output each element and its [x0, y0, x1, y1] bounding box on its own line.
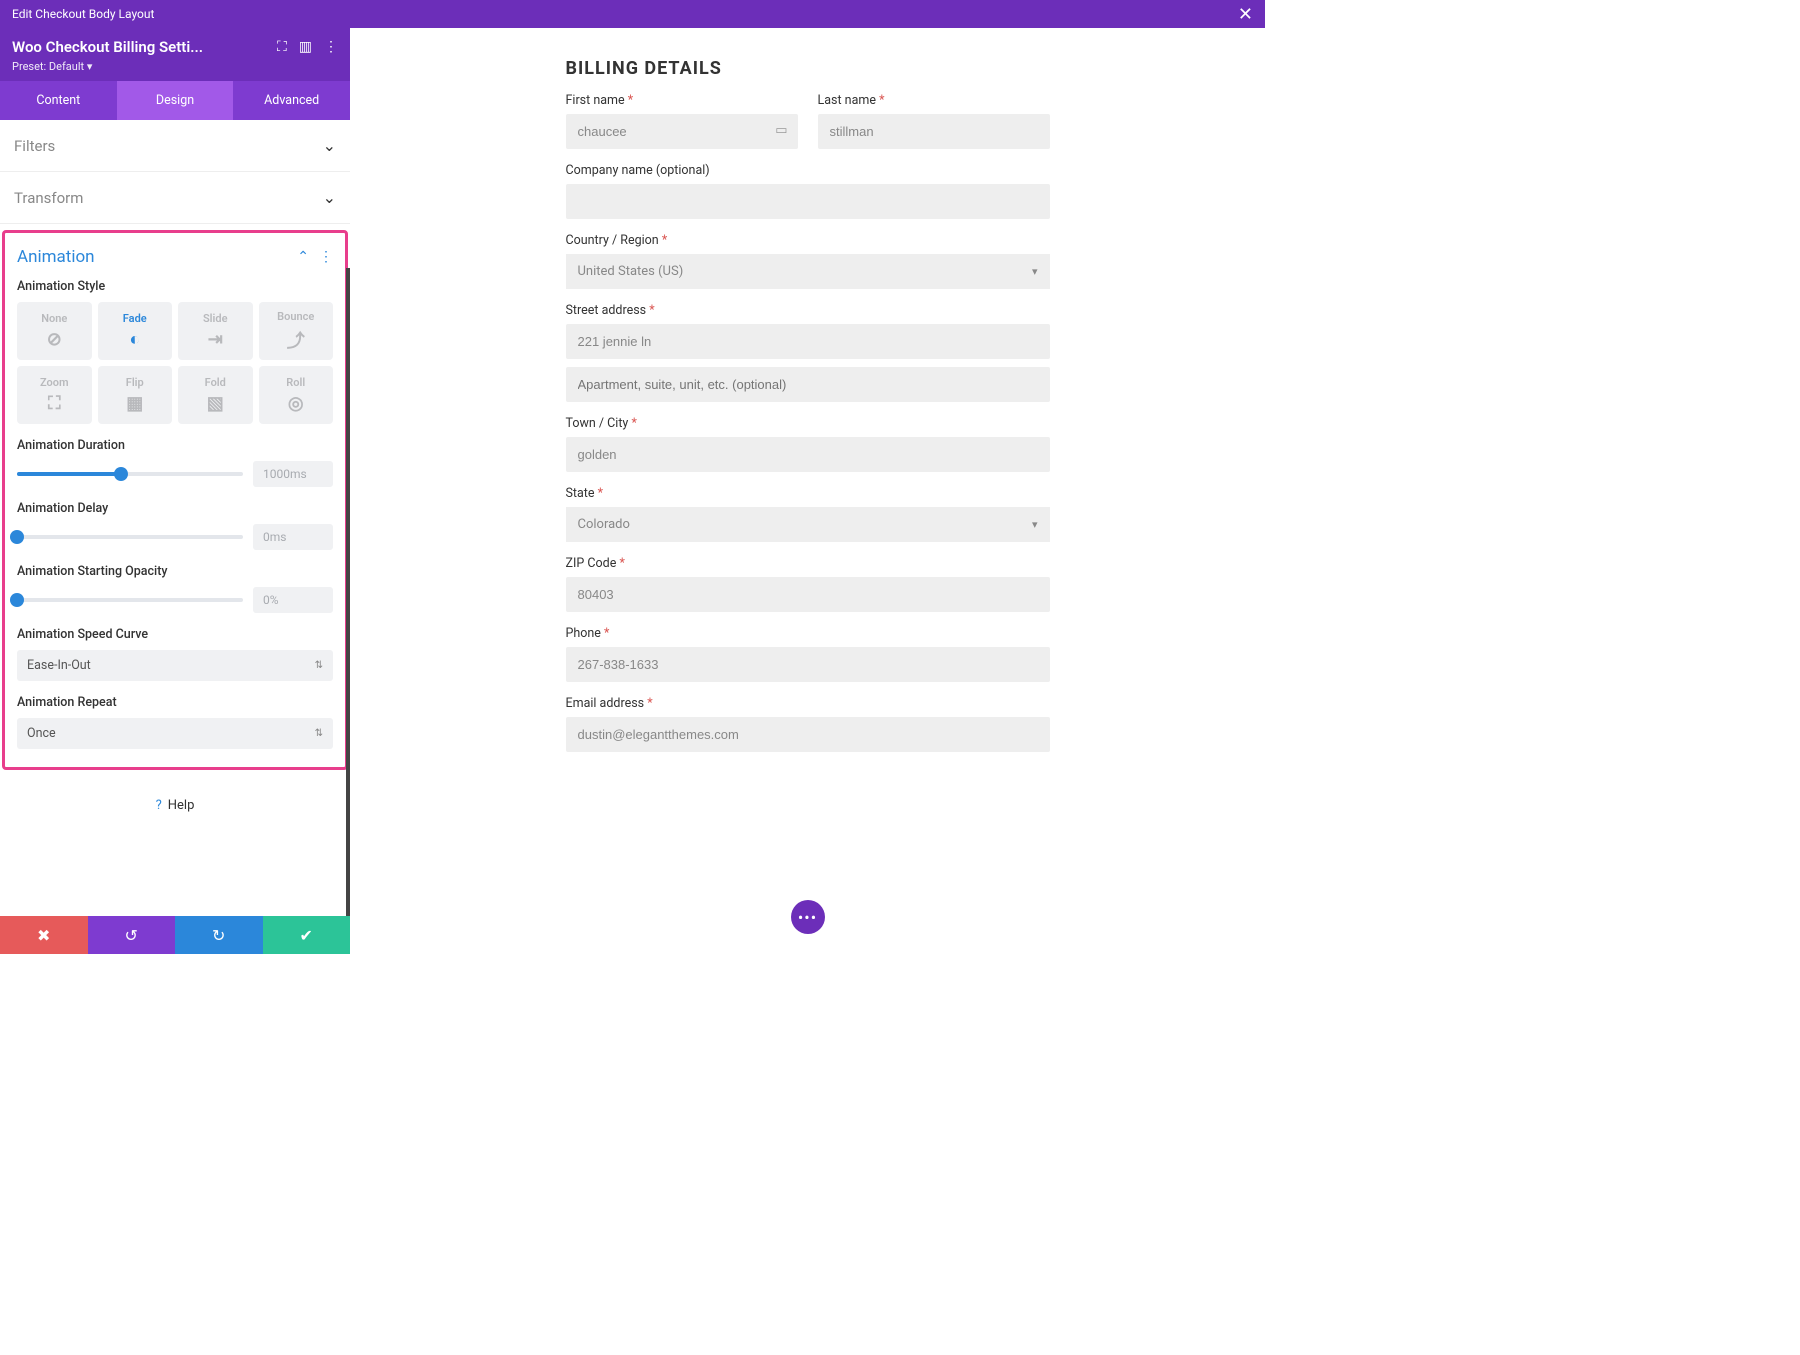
style-option-bounce[interactable]: Bounce⤴ — [259, 302, 334, 360]
phone-field[interactable] — [566, 647, 1050, 682]
topbar-title: Edit Checkout Body Layout — [12, 7, 154, 21]
style-option-fold[interactable]: Fold▧ — [178, 366, 253, 424]
flip-icon: ▦ — [126, 393, 143, 414]
animation-curve-label: Animation Speed Curve — [17, 627, 333, 642]
style-option-zoom[interactable]: Zoom⛶ — [17, 366, 92, 424]
kebab-menu-icon[interactable]: ⋮ — [319, 249, 333, 265]
kebab-menu-icon[interactable]: ⋮ — [324, 39, 338, 55]
tab-advanced[interactable]: Advanced — [233, 81, 350, 120]
style-option-roll[interactable]: Roll◎ — [259, 366, 334, 424]
fade-icon: ◐ — [129, 329, 140, 350]
country-label: Country / Region * — [566, 233, 1050, 248]
topbar: Edit Checkout Body Layout ✕ — [0, 0, 1265, 28]
tabs: Content Design Advanced — [0, 81, 350, 120]
street-label: Street address * — [566, 303, 1050, 318]
opacity-value[interactable]: 0% — [253, 587, 333, 613]
last-name-label: Last name * — [818, 93, 1050, 108]
animation-delay-label: Animation Delay — [17, 501, 333, 516]
preview-canvas: BILLING DETAILS First name * ▭ Last name… — [350, 28, 1265, 954]
settings-sidebar: Woo Checkout Billing Setti... ⛶ ▥ ⋮ Pres… — [0, 28, 350, 954]
zip-label: ZIP Code * — [566, 556, 1050, 571]
company-label: Company name (optional) — [566, 163, 1050, 178]
company-field[interactable] — [566, 184, 1050, 219]
undo-button[interactable]: ↺ — [88, 916, 176, 954]
section-animation-title: Animation — [17, 247, 95, 267]
module-title: Woo Checkout Billing Setti... — [12, 38, 203, 56]
animation-style-label: Animation Style — [17, 279, 333, 294]
street2-field[interactable] — [566, 367, 1050, 402]
none-icon: ⊘ — [47, 329, 62, 350]
tab-content[interactable]: Content — [0, 81, 117, 120]
close-icon[interactable]: ✕ — [1238, 4, 1253, 25]
section-transform-label: Transform — [14, 189, 83, 207]
zoom-icon: ⛶ — [48, 393, 61, 414]
chevron-up-icon[interactable]: ⌃ — [297, 249, 309, 265]
expand-icon[interactable]: ⛶ — [277, 39, 287, 55]
billing-heading: BILLING DETAILS — [566, 58, 1050, 79]
chevron-down-icon — [323, 188, 336, 207]
cancel-button[interactable]: ✖ — [0, 916, 88, 954]
duration-slider[interactable] — [17, 472, 243, 476]
style-option-none[interactable]: None⊘ — [17, 302, 92, 360]
city-label: Town / City * — [566, 416, 1050, 431]
city-field[interactable] — [566, 437, 1050, 472]
footer-actions: ✖ ↺ ↻ ✔ — [0, 916, 350, 954]
street1-field[interactable] — [566, 324, 1050, 359]
chevron-down-icon — [323, 136, 336, 155]
first-name-label: First name * — [566, 93, 798, 108]
roll-icon: ◎ — [288, 393, 304, 414]
email-field[interactable] — [566, 717, 1050, 752]
help-link[interactable]: ?Help — [0, 770, 350, 831]
style-option-slide[interactable]: Slide⇥ — [178, 302, 253, 360]
animation-duration-label: Animation Duration — [17, 438, 333, 453]
tab-design[interactable]: Design — [117, 81, 234, 120]
delay-value[interactable]: 0ms — [253, 524, 333, 550]
animation-repeat-label: Animation Repeat — [17, 695, 333, 710]
email-label: Email address * — [566, 696, 1050, 711]
section-filters-label: Filters — [14, 137, 55, 155]
section-filters[interactable]: Filters — [0, 120, 350, 172]
state-label: State * — [566, 486, 1050, 501]
help-icon: ? — [156, 798, 162, 813]
country-select[interactable]: United States (US) — [566, 254, 1050, 289]
fold-icon: ▧ — [207, 393, 224, 414]
style-option-fade[interactable]: Fade◐ — [98, 302, 173, 360]
zip-field[interactable] — [566, 577, 1050, 612]
contact-card-icon[interactable]: ▭ — [775, 123, 787, 138]
curve-select[interactable]: Ease-In-Out — [17, 650, 333, 681]
repeat-select[interactable]: Once — [17, 718, 333, 749]
chevron-down-icon: ▾ — [87, 60, 93, 73]
last-name-field[interactable] — [818, 114, 1050, 149]
section-transform[interactable]: Transform — [0, 172, 350, 224]
opacity-slider[interactable] — [17, 598, 243, 602]
responsive-icon[interactable]: ▥ — [299, 39, 312, 55]
slide-icon: ⇥ — [208, 329, 223, 350]
redo-button[interactable]: ↻ — [175, 916, 263, 954]
first-name-field[interactable] — [566, 114, 798, 149]
animation-opacity-label: Animation Starting Opacity — [17, 564, 333, 579]
preset-selector[interactable]: Preset: Default ▾ — [12, 60, 338, 73]
phone-label: Phone * — [566, 626, 1050, 641]
bounce-icon: ⤴ — [287, 327, 305, 353]
delay-slider[interactable] — [17, 535, 243, 539]
duration-value[interactable]: 1000ms — [253, 461, 333, 487]
fab-button[interactable]: ••• — [791, 900, 825, 934]
state-select[interactable]: Colorado — [566, 507, 1050, 542]
style-option-flip[interactable]: Flip▦ — [98, 366, 173, 424]
save-button[interactable]: ✔ — [263, 916, 351, 954]
section-animation: Animation ⌃ ⋮ Animation Style None⊘Fade◐… — [2, 230, 348, 770]
animation-style-grid: None⊘Fade◐Slide⇥Bounce⤴ Zoom⛶Flip▦Fold▧Ro… — [17, 302, 333, 424]
